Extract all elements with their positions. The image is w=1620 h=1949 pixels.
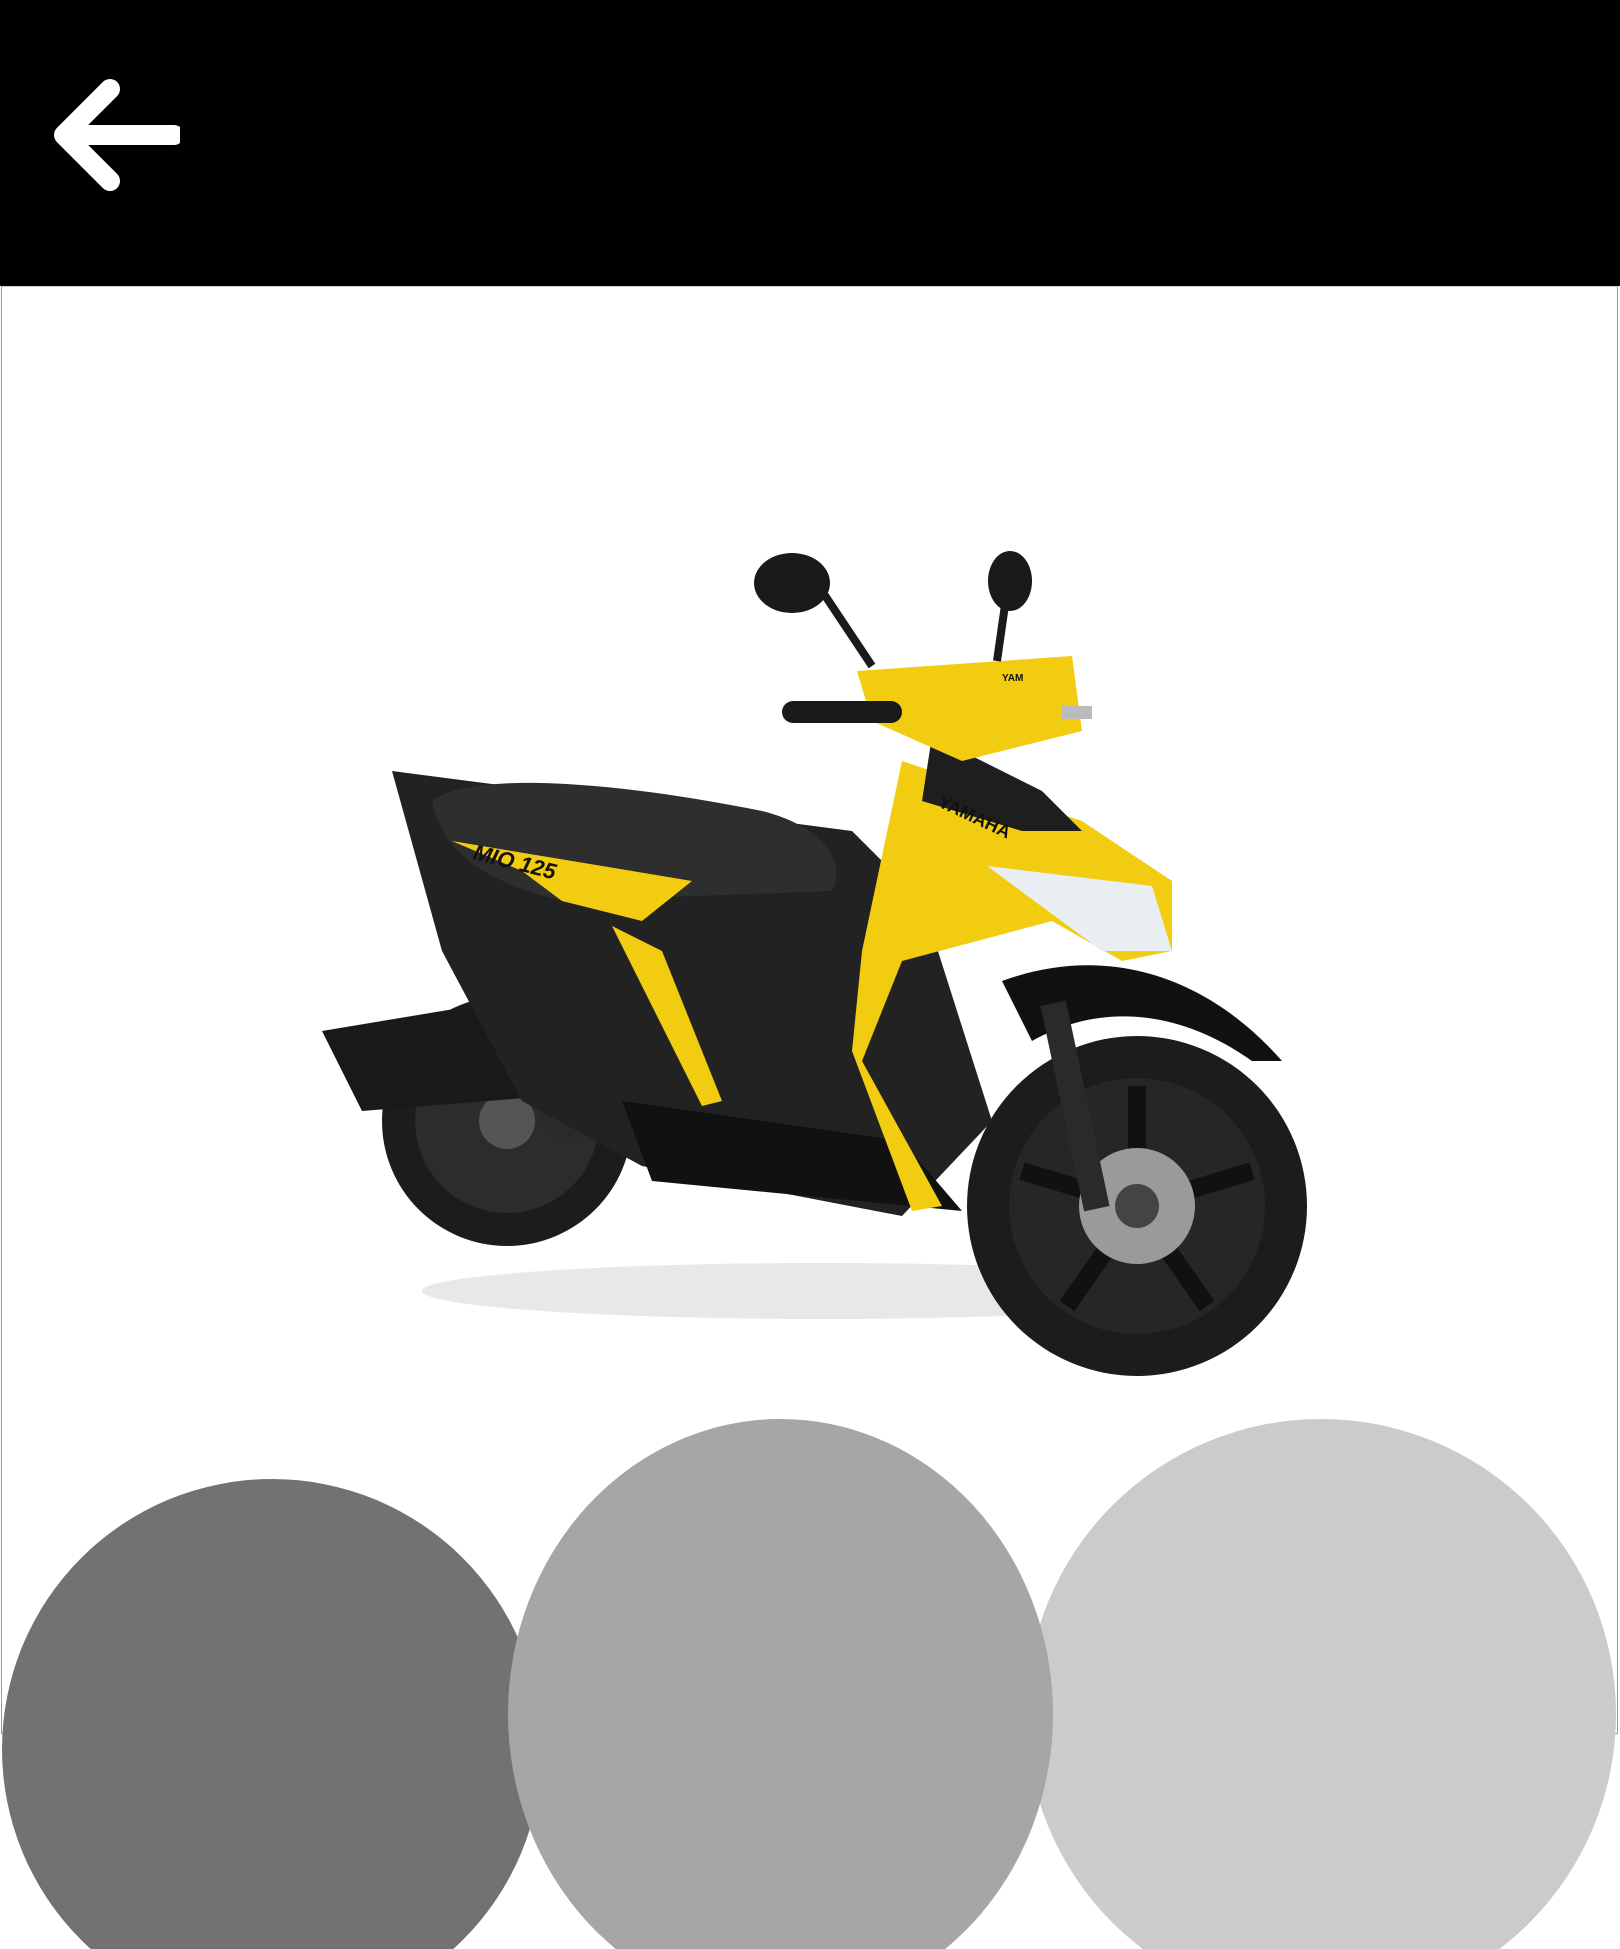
top-app-bar <box>0 0 1620 286</box>
dash-decal-text: YAM <box>1002 673 1023 684</box>
arrow-left-icon <box>54 79 180 191</box>
product-detail-screen: YAMAHA MIO 125 YAM <box>0 0 1620 1949</box>
back-button[interactable] <box>40 70 190 200</box>
